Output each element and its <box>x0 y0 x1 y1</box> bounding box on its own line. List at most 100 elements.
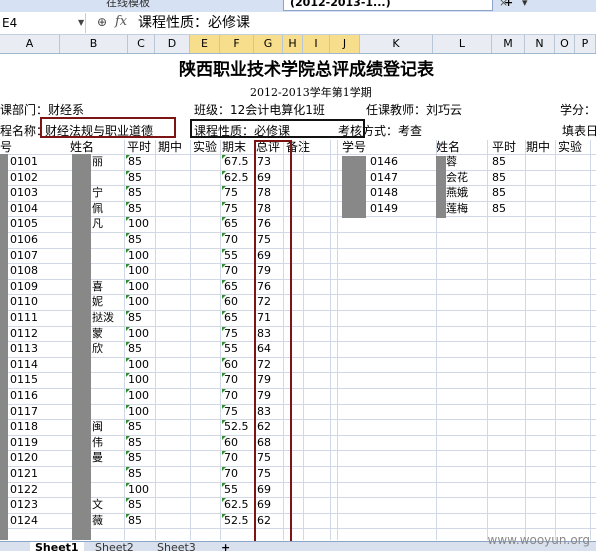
table-cell-qm[interactable]: 60 <box>224 436 238 450</box>
table-cell-ps[interactable]: 100 <box>128 405 149 419</box>
table-cell-ps[interactable]: 100 <box>128 264 149 278</box>
table-cell-name[interactable]: 蓉 <box>446 155 457 169</box>
table-cell-id[interactable]: 0104 <box>10 202 38 216</box>
table-cell-name[interactable]: 丽 <box>92 155 103 169</box>
table-cell-ps[interactable]: 85 <box>492 171 506 185</box>
table-cell-qm[interactable]: 75 <box>224 405 238 419</box>
table-cell-qm[interactable]: 70 <box>224 233 238 247</box>
table-cell-qm[interactable]: 75 <box>224 327 238 341</box>
table-cell-ps[interactable]: 85 <box>128 171 142 185</box>
sheet-tab-3[interactable]: Sheet3 <box>152 542 201 554</box>
column-header-j[interactable]: J <box>330 35 360 53</box>
table-cell-ps[interactable]: 85 <box>128 155 142 169</box>
table-cell-qm[interactable]: 65 <box>224 311 238 325</box>
table-cell-qm[interactable]: 67.5 <box>224 155 249 169</box>
column-header-f[interactable]: F <box>220 35 254 53</box>
table-cell-name[interactable]: 薇 <box>92 514 103 528</box>
table-cell-ps[interactable]: 85 <box>128 467 142 481</box>
table-cell-name[interactable]: 宁 <box>92 186 103 200</box>
table-cell-name[interactable]: 蒙 <box>92 327 103 341</box>
table-cell-ps[interactable]: 85 <box>128 186 142 200</box>
column-header-d[interactable]: D <box>155 35 190 53</box>
table-cell-ps[interactable]: 85 <box>128 202 142 216</box>
column-header-l[interactable]: L <box>433 35 492 53</box>
table-cell-ps[interactable]: 100 <box>128 327 149 341</box>
table-cell-id[interactable]: 0108 <box>10 264 38 278</box>
table-cell-id[interactable]: 0122 <box>10 483 38 497</box>
table-cell-id[interactable]: 0106 <box>10 233 38 247</box>
table-cell-qm[interactable]: 70 <box>224 389 238 403</box>
table-cell-qm[interactable]: 65 <box>224 280 238 294</box>
table-cell-id[interactable]: 0113 <box>10 342 38 356</box>
table-cell-ps[interactable]: 100 <box>128 217 149 231</box>
table-cell-qm[interactable]: 70 <box>224 451 238 465</box>
table-cell-qm[interactable]: 65 <box>224 217 238 231</box>
column-header-n[interactable]: N <box>525 35 555 53</box>
table-cell-id[interactable]: 0120 <box>10 451 38 465</box>
column-header-p[interactable]: P <box>575 35 596 53</box>
column-header-b[interactable]: B <box>60 35 128 53</box>
column-header-k[interactable]: K <box>360 35 433 53</box>
table-cell-name[interactable]: 伟 <box>92 436 103 450</box>
table-cell-id[interactable]: 0116 <box>10 389 38 403</box>
table-cell-ps[interactable]: 85 <box>492 202 506 216</box>
column-header-o[interactable]: O <box>555 35 575 53</box>
table-cell-name[interactable]: 喜 <box>92 280 103 294</box>
column-header-h[interactable]: H <box>283 35 303 53</box>
table-cell-qm[interactable]: 70 <box>224 373 238 387</box>
table-cell-qm[interactable]: 55 <box>224 249 238 263</box>
table-cell-ps[interactable]: 85 <box>128 342 142 356</box>
name-box[interactable]: E4 <box>0 13 86 33</box>
table-cell-qm[interactable]: 55 <box>224 483 238 497</box>
table-cell-qm[interactable]: 60 <box>224 295 238 309</box>
table-cell-id[interactable]: 0123 <box>10 498 38 512</box>
table-cell-id[interactable]: 0121 <box>10 467 38 481</box>
table-cell-qm[interactable]: 75 <box>224 202 238 216</box>
table-cell-id[interactable]: 0148 <box>370 186 398 200</box>
table-cell-qm[interactable]: 52.5 <box>224 514 249 528</box>
table-cell-id[interactable]: 0103 <box>10 186 38 200</box>
table-cell-ps[interactable]: 100 <box>128 483 149 497</box>
table-cell-id[interactable]: 0124 <box>10 514 38 528</box>
column-header-c[interactable]: C <box>128 35 155 53</box>
column-header-g[interactable]: G <box>254 35 283 53</box>
table-cell-ps[interactable]: 100 <box>128 389 149 403</box>
table-cell-qm[interactable]: 60 <box>224 358 238 372</box>
table-cell-qm[interactable]: 75 <box>224 186 238 200</box>
table-cell-ps[interactable]: 100 <box>128 295 149 309</box>
column-header-a[interactable]: A <box>0 35 60 53</box>
insert-function-icon[interactable]: fx <box>115 14 127 29</box>
table-cell-qm[interactable]: 62.5 <box>224 498 249 512</box>
table-cell-name[interactable]: 妮 <box>92 295 103 309</box>
tab-online-templates[interactable]: 在线模板 <box>100 0 260 11</box>
table-cell-ps[interactable]: 100 <box>128 373 149 387</box>
formula-input[interactable]: 课程性质：必修课 <box>138 12 250 34</box>
table-cell-id[interactable]: 0107 <box>10 249 38 263</box>
table-cell-name[interactable]: 佩 <box>92 202 103 216</box>
table-cell-name[interactable]: 挞泼 <box>92 311 114 325</box>
table-cell-name[interactable]: 莲梅 <box>446 202 468 216</box>
table-cell-qm[interactable]: 55 <box>224 342 238 356</box>
table-cell-ps[interactable]: 85 <box>492 186 506 200</box>
table-cell-name[interactable]: 凡 <box>92 217 103 231</box>
table-cell-ps[interactable]: 85 <box>128 498 142 512</box>
column-header-m[interactable]: M <box>492 35 525 53</box>
table-cell-ps[interactable]: 100 <box>128 358 149 372</box>
table-cell-name[interactable]: 闽 <box>92 420 103 434</box>
sheet-tab-1[interactable]: Sheet1 <box>30 542 84 554</box>
table-cell-id[interactable]: 0119 <box>10 436 38 450</box>
table-cell-qm[interactable]: 62.5 <box>224 171 249 185</box>
table-cell-ps[interactable]: 85 <box>128 436 142 450</box>
table-cell-ps[interactable]: 85 <box>128 420 142 434</box>
table-cell-id[interactable]: 0105 <box>10 217 38 231</box>
table-cell-id[interactable]: 0110 <box>10 295 38 309</box>
table-cell-ps[interactable]: 85 <box>128 514 142 528</box>
zoom-icon[interactable]: ⊕ <box>97 15 107 29</box>
add-sheet-button[interactable]: + <box>216 542 235 554</box>
table-cell-id[interactable]: 0118 <box>10 420 38 434</box>
new-tab-button[interactable]: + <box>498 0 516 11</box>
table-cell-ps[interactable]: 85 <box>128 451 142 465</box>
column-header-e[interactable]: E <box>190 35 220 53</box>
chevron-down-icon[interactable]: ▼ <box>78 13 88 33</box>
tab-active-workbook[interactable]: (2012-2013-1...) <box>283 0 493 11</box>
